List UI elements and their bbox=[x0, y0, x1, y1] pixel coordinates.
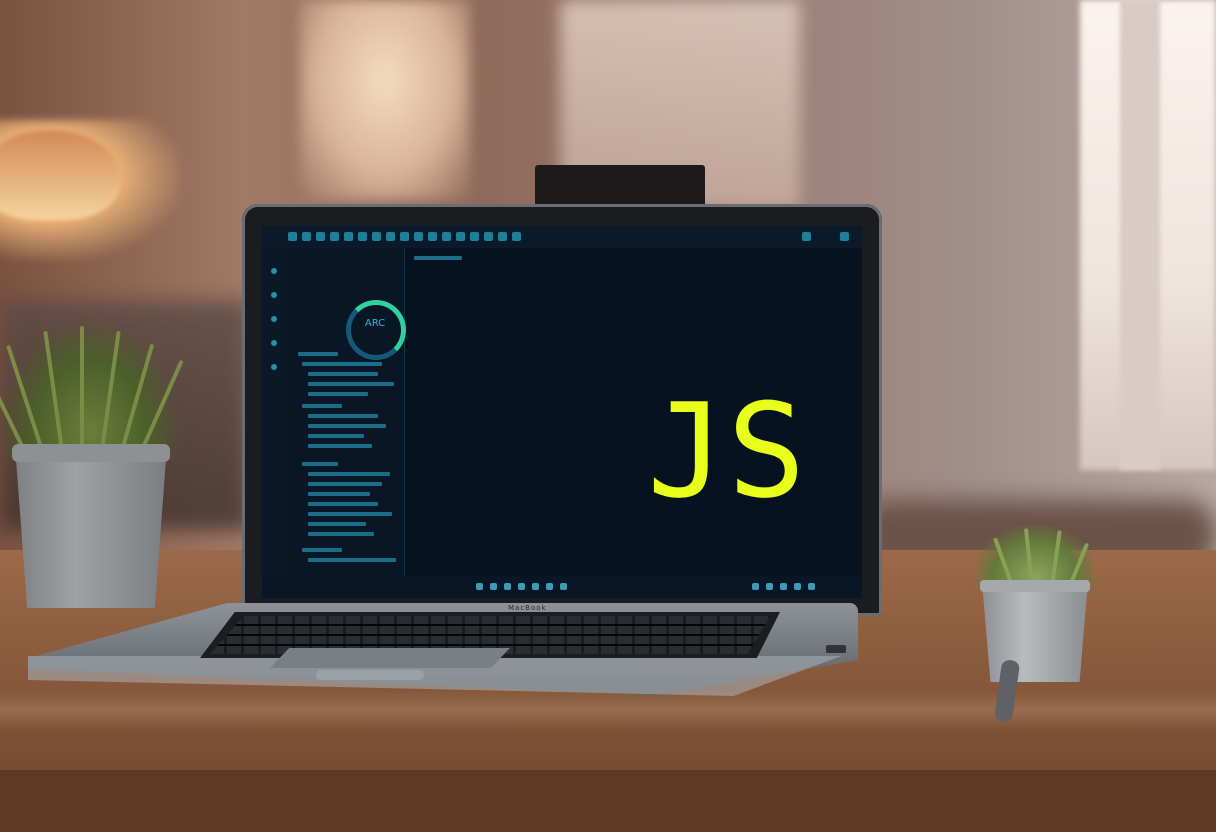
file-tree-item bbox=[308, 558, 396, 562]
file-tree-item bbox=[302, 462, 338, 466]
taskbar-icon bbox=[490, 583, 497, 590]
tray-icon bbox=[780, 583, 787, 590]
toolbar-icon bbox=[358, 232, 367, 241]
left-plant-pot-rim bbox=[12, 444, 170, 462]
progress-ring-label: ARC bbox=[364, 318, 386, 329]
toolbar-icon bbox=[372, 232, 381, 241]
file-tree-item bbox=[308, 424, 386, 428]
js-overlay-text: JS bbox=[647, 375, 808, 527]
file-tree-item bbox=[302, 362, 382, 366]
toolbar-icon bbox=[386, 232, 395, 241]
editor-tab bbox=[414, 256, 462, 260]
toolbar-icon bbox=[344, 232, 353, 241]
laptop-brand-label: MacBook bbox=[508, 604, 547, 612]
toolbar-icon bbox=[484, 232, 493, 241]
background-window-left bbox=[300, 0, 470, 200]
toolbar-icon bbox=[512, 232, 521, 241]
activity-icon bbox=[271, 292, 277, 298]
file-tree-item bbox=[308, 492, 370, 496]
window-frame bbox=[1120, 0, 1160, 470]
activity-icon bbox=[271, 268, 277, 274]
editor-toolbar bbox=[262, 226, 862, 248]
taskbar-icon bbox=[518, 583, 525, 590]
toolbar-icon bbox=[400, 232, 409, 241]
taskbar-icon bbox=[476, 583, 483, 590]
activity-icon bbox=[271, 364, 277, 370]
file-tree-item bbox=[308, 372, 378, 376]
toolbar-icon bbox=[428, 232, 437, 241]
file-tree-item bbox=[308, 502, 378, 506]
toolbar-icon bbox=[330, 232, 339, 241]
taskbar-icon bbox=[504, 583, 511, 590]
table-edge bbox=[0, 770, 1216, 832]
activity-icon bbox=[271, 316, 277, 322]
left-plant-pot bbox=[15, 446, 167, 608]
tray-icon bbox=[808, 583, 815, 590]
tray-icon bbox=[752, 583, 759, 590]
editor-activity-bar bbox=[262, 248, 288, 578]
right-plant-pot bbox=[982, 582, 1088, 682]
file-tree-item bbox=[308, 382, 394, 386]
toolbar-icon bbox=[840, 232, 849, 241]
webcam-box bbox=[535, 165, 705, 207]
grass-plant-foliage bbox=[0, 320, 180, 460]
tray-icon bbox=[794, 583, 801, 590]
file-explorer-panel: ARC bbox=[288, 248, 406, 578]
toolbar-icon bbox=[498, 232, 507, 241]
file-tree-item bbox=[298, 352, 338, 356]
laptop-screen: ARC JS bbox=[262, 226, 862, 598]
file-tree-item bbox=[302, 548, 342, 552]
file-tree-item bbox=[308, 512, 392, 516]
file-tree-item bbox=[308, 532, 374, 536]
toolbar-icon bbox=[470, 232, 479, 241]
toolbar-icon bbox=[316, 232, 325, 241]
file-tree-item bbox=[308, 434, 364, 438]
tray-icon bbox=[766, 583, 773, 590]
table-reflection bbox=[0, 690, 1216, 730]
toolbar-icon bbox=[414, 232, 423, 241]
file-tree-item bbox=[308, 414, 378, 418]
taskbar-icon bbox=[532, 583, 539, 590]
grass-blade bbox=[80, 326, 84, 450]
lid-notch bbox=[316, 670, 424, 680]
file-tree-item bbox=[308, 392, 368, 396]
toolbar-icon bbox=[302, 232, 311, 241]
file-tree-item bbox=[308, 522, 366, 526]
toolbar-icon bbox=[442, 232, 451, 241]
activity-icon bbox=[271, 340, 277, 346]
toolbar-icon bbox=[288, 232, 297, 241]
right-plant-pot-rim bbox=[980, 580, 1090, 592]
toolbar-icon bbox=[802, 232, 811, 241]
file-tree-item bbox=[308, 472, 390, 476]
taskbar-icon bbox=[560, 583, 567, 590]
file-tree-item bbox=[302, 404, 342, 408]
file-tree-item bbox=[308, 482, 382, 486]
file-tree-item bbox=[308, 444, 372, 448]
taskbar-icon bbox=[546, 583, 553, 590]
editor-status-bar bbox=[262, 576, 862, 598]
photo-scene: ARC JS MacBook bbox=[0, 0, 1216, 832]
progress-ring bbox=[346, 300, 406, 360]
usb-ports bbox=[826, 645, 846, 653]
toolbar-icon bbox=[456, 232, 465, 241]
trackpad bbox=[270, 648, 510, 668]
